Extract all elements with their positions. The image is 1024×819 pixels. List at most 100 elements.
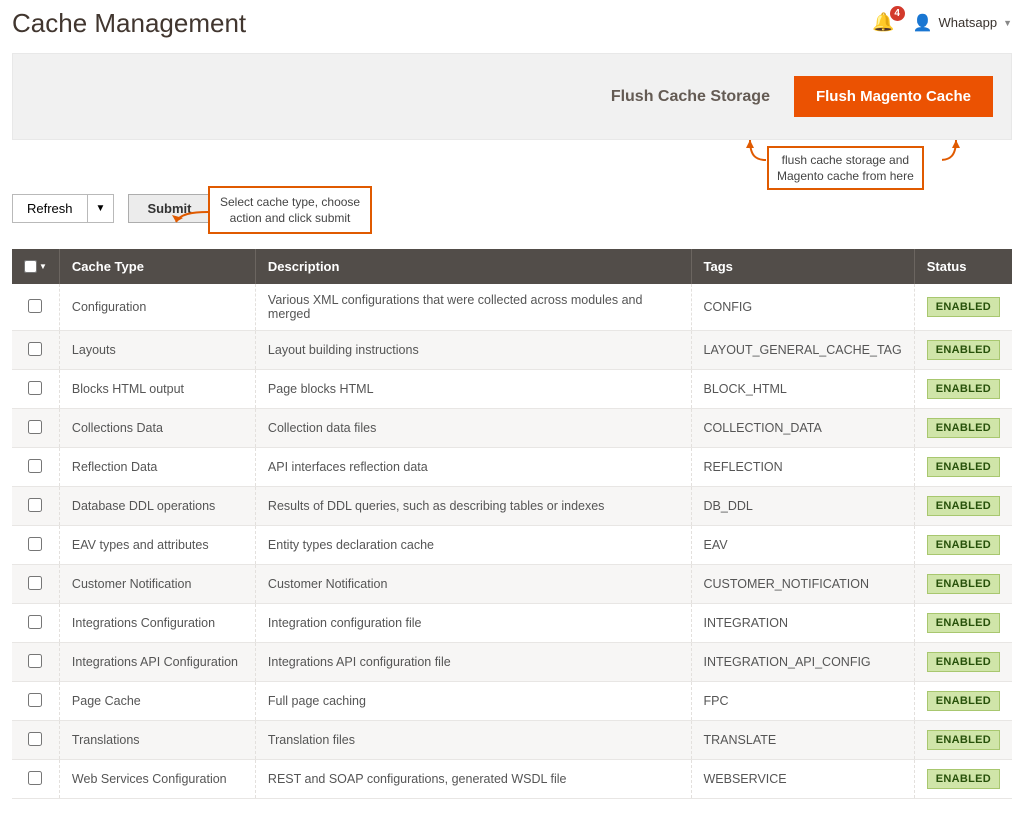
- row-checkbox[interactable]: [28, 654, 42, 668]
- cache-type-cell: Reflection Data: [59, 448, 255, 487]
- row-checkbox[interactable]: [28, 420, 42, 434]
- table-row[interactable]: Blocks HTML outputPage blocks HTMLBLOCK_…: [12, 370, 1012, 409]
- select-all-checkbox[interactable]: [24, 260, 37, 273]
- cache-description-cell: API interfaces reflection data: [255, 448, 691, 487]
- cache-type-cell: Blocks HTML output: [59, 370, 255, 409]
- cache-tags-cell: CONFIG: [691, 284, 914, 331]
- column-header-status[interactable]: Status: [914, 249, 1012, 284]
- status-badge: ENABLED: [927, 574, 1000, 594]
- column-header-type[interactable]: Cache Type: [59, 249, 255, 284]
- annotation-text: Magento cache from here: [777, 168, 914, 184]
- cache-tags-cell: COLLECTION_DATA: [691, 409, 914, 448]
- action-select[interactable]: Refresh: [12, 194, 87, 223]
- cache-type-cell: Web Services Configuration: [59, 760, 255, 799]
- row-checkbox[interactable]: [28, 342, 42, 356]
- cache-tags-cell: FPC: [691, 682, 914, 721]
- flush-magento-cache-button[interactable]: Flush Magento Cache: [794, 76, 993, 117]
- cache-type-cell: Collections Data: [59, 409, 255, 448]
- cache-description-cell: Results of DDL queries, such as describi…: [255, 487, 691, 526]
- status-badge: ENABLED: [927, 652, 1000, 672]
- cache-type-cell: Integrations API Configuration: [59, 643, 255, 682]
- cache-tags-cell: INTEGRATION_API_CONFIG: [691, 643, 914, 682]
- annotation-text: Select cache type, choose: [220, 194, 360, 210]
- annotation-arrow-icon: [730, 138, 770, 178]
- status-badge: ENABLED: [927, 769, 1000, 789]
- table-row[interactable]: EAV types and attributesEntity types dec…: [12, 526, 1012, 565]
- status-badge: ENABLED: [927, 496, 1000, 516]
- chevron-down-icon: ▼: [1003, 18, 1012, 28]
- cache-type-cell: Customer Notification: [59, 565, 255, 604]
- select-all-toggle[interactable]: ▼: [24, 260, 47, 273]
- cache-description-cell: Collection data files: [255, 409, 691, 448]
- cache-type-cell: Database DDL operations: [59, 487, 255, 526]
- cache-type-cell: Integrations Configuration: [59, 604, 255, 643]
- cache-tags-cell: BLOCK_HTML: [691, 370, 914, 409]
- row-checkbox[interactable]: [28, 771, 42, 785]
- row-checkbox[interactable]: [28, 537, 42, 551]
- cache-tags-cell: TRANSLATE: [691, 721, 914, 760]
- flush-cache-storage-button[interactable]: Flush Cache Storage: [611, 88, 770, 106]
- table-row[interactable]: Integrations API ConfigurationIntegratio…: [12, 643, 1012, 682]
- action-select-dropdown[interactable]: ▼: [87, 194, 115, 223]
- status-badge: ENABLED: [927, 297, 1000, 317]
- cache-tags-cell: EAV: [691, 526, 914, 565]
- table-row[interactable]: Customer NotificationCustomer Notificati…: [12, 565, 1012, 604]
- cache-tags-cell: REFLECTION: [691, 448, 914, 487]
- table-row[interactable]: ConfigurationVarious XML configurations …: [12, 284, 1012, 331]
- table-row[interactable]: Web Services ConfigurationREST and SOAP …: [12, 760, 1012, 799]
- cache-tags-cell: WEBSERVICE: [691, 760, 914, 799]
- cache-description-cell: Integrations API configuration file: [255, 643, 691, 682]
- annotation-text: action and click submit: [220, 210, 360, 226]
- notification-badge: 4: [890, 6, 905, 21]
- status-badge: ENABLED: [927, 730, 1000, 750]
- cache-type-cell: Page Cache: [59, 682, 255, 721]
- cache-tags-cell: CUSTOMER_NOTIFICATION: [691, 565, 914, 604]
- status-badge: ENABLED: [927, 340, 1000, 360]
- cache-description-cell: Page blocks HTML: [255, 370, 691, 409]
- row-checkbox[interactable]: [28, 381, 42, 395]
- annotation-submit-note: Select cache type, choose action and cli…: [208, 186, 372, 234]
- user-icon: 👤: [913, 13, 933, 33]
- row-checkbox[interactable]: [28, 732, 42, 746]
- status-badge: ENABLED: [927, 418, 1000, 438]
- status-badge: ENABLED: [927, 613, 1000, 633]
- cache-tags-cell: INTEGRATION: [691, 604, 914, 643]
- table-row[interactable]: Integrations ConfigurationIntegration co…: [12, 604, 1012, 643]
- user-menu[interactable]: 👤 Whatsapp ▼: [913, 13, 1012, 33]
- table-row[interactable]: Reflection DataAPI interfaces reflection…: [12, 448, 1012, 487]
- cache-type-cell: Layouts: [59, 331, 255, 370]
- row-checkbox[interactable]: [28, 299, 42, 313]
- status-badge: ENABLED: [927, 379, 1000, 399]
- cache-description-cell: Entity types declaration cache: [255, 526, 691, 565]
- row-checkbox[interactable]: [28, 615, 42, 629]
- cache-description-cell: Layout building instructions: [255, 331, 691, 370]
- cache-type-cell: Configuration: [59, 284, 255, 331]
- table-row[interactable]: Page CacheFull page cachingFPC ENABLED: [12, 682, 1012, 721]
- cache-type-cell: EAV types and attributes: [59, 526, 255, 565]
- user-name-label: Whatsapp: [939, 15, 998, 30]
- chevron-down-icon: ▼: [39, 262, 47, 271]
- cache-type-cell: Translations: [59, 721, 255, 760]
- table-row[interactable]: Database DDL operationsResults of DDL qu…: [12, 487, 1012, 526]
- cache-description-cell: Integration configuration file: [255, 604, 691, 643]
- table-row[interactable]: Collections DataCollection data filesCOL…: [12, 409, 1012, 448]
- cache-tags-cell: DB_DDL: [691, 487, 914, 526]
- table-row[interactable]: TranslationsTranslation filesTRANSLATEEN…: [12, 721, 1012, 760]
- annotation-text: flush cache storage and: [777, 152, 914, 168]
- annotation-arrow-icon: [942, 138, 972, 178]
- row-checkbox[interactable]: [28, 576, 42, 590]
- cache-table: ▼ Cache Type Description Tags Status Con…: [12, 249, 1012, 799]
- cache-description-cell: Customer Notification: [255, 565, 691, 604]
- row-checkbox[interactable]: [28, 693, 42, 707]
- column-header-description[interactable]: Description: [255, 249, 691, 284]
- status-badge: ENABLED: [927, 457, 1000, 477]
- row-checkbox[interactable]: [28, 459, 42, 473]
- cache-description-cell: Full page caching: [255, 682, 691, 721]
- action-bar: Flush Cache Storage Flush Magento Cache: [12, 53, 1012, 140]
- table-row[interactable]: LayoutsLayout building instructionsLAYOU…: [12, 331, 1012, 370]
- status-badge: ENABLED: [927, 691, 1000, 711]
- column-header-tags[interactable]: Tags: [691, 249, 914, 284]
- annotation-arrow-icon: [172, 200, 212, 226]
- notifications-button[interactable]: 🔔 4: [872, 12, 894, 33]
- row-checkbox[interactable]: [28, 498, 42, 512]
